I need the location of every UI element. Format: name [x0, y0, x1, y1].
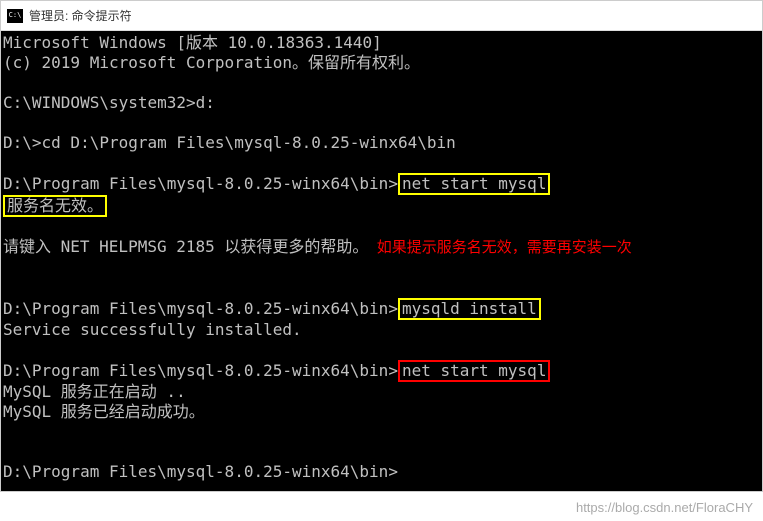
annotation-text: 如果提示服务名无效，需要再安装一次: [368, 239, 631, 256]
watermark: https://blog.csdn.net/FloraCHY: [576, 500, 753, 515]
install-success: Service successfully installed.: [3, 320, 302, 339]
command-prompt-window: 管理员: 命令提示符 Microsoft Windows [版本 10.0.18…: [0, 0, 763, 492]
help-line: 请键入 NET HELPMSG 2185 以获得更多的帮助。: [3, 237, 368, 256]
highlight-net-start-1: net start mysql: [398, 173, 551, 195]
prompt-line-2: D:\>cd D:\Program Files\mysql-8.0.25-win…: [3, 133, 456, 152]
prompt-prefix-6: D:\Program Files\mysql-8.0.25-winx64\bin…: [3, 299, 398, 318]
highlight-service-error: 服务名无效。: [3, 195, 107, 217]
highlight-net-start-2: net start mysql: [398, 360, 551, 382]
prompt-line-1: C:\WINDOWS\system32>d:: [3, 93, 215, 112]
terminal-output[interactable]: Microsoft Windows [版本 10.0.18363.1440] (…: [1, 31, 762, 491]
highlight-mysqld-install: mysqld install: [398, 298, 541, 320]
titlebar[interactable]: 管理员: 命令提示符: [1, 1, 762, 31]
window-title: 管理员: 命令提示符: [29, 7, 132, 24]
prompt-prefix-8: D:\Program Files\mysql-8.0.25-winx64\bin…: [3, 361, 398, 380]
mysql-starting: MySQL 服务正在启动 ..: [3, 382, 186, 401]
header-line-1: Microsoft Windows [版本 10.0.18363.1440]: [3, 33, 382, 52]
header-line-2: (c) 2019 Microsoft Corporation。保留所有权利。: [3, 53, 420, 72]
prompt-prefix-3: D:\Program Files\mysql-8.0.25-winx64\bin…: [3, 174, 398, 193]
cmd-icon: [7, 9, 23, 23]
prompt-line-final: D:\Program Files\mysql-8.0.25-winx64\bin…: [3, 462, 398, 481]
mysql-started: MySQL 服务已经启动成功。: [3, 402, 205, 421]
